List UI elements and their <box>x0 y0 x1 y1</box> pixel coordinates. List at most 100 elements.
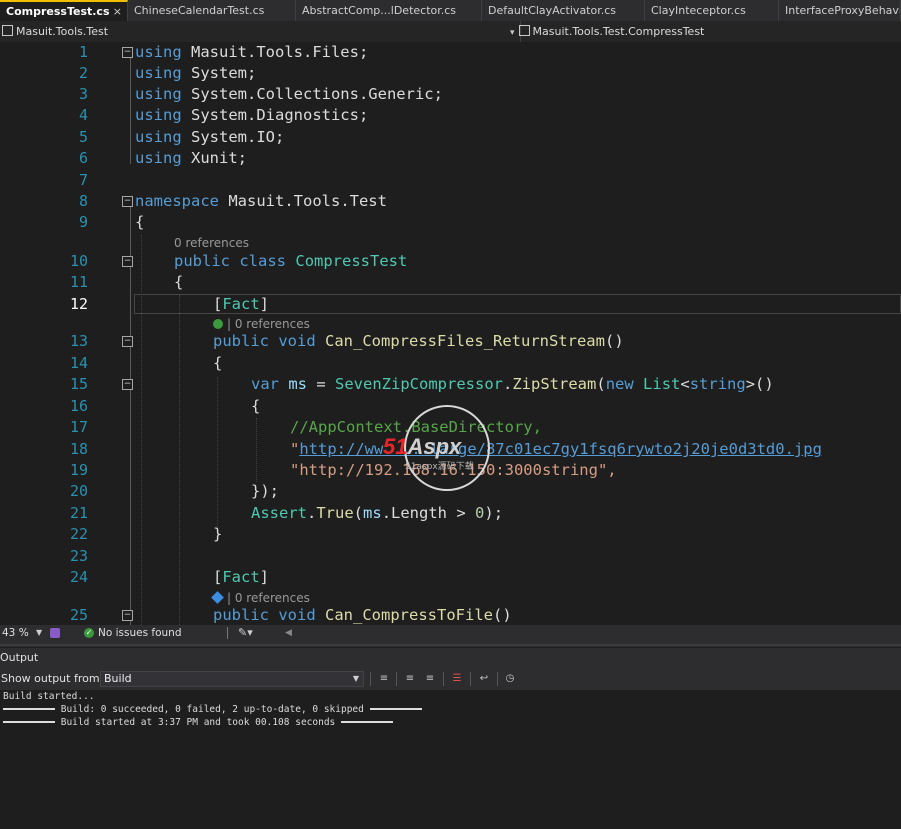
variable: ms <box>288 375 308 393</box>
keyword: using <box>135 149 182 167</box>
keyword: class <box>239 252 287 270</box>
separator-bar <box>3 721 55 724</box>
line-number: 8 <box>78 192 88 210</box>
type-name: SevenZipCompressor <box>335 375 503 393</box>
code-cleanup-icon[interactable] <box>50 628 60 638</box>
watermark-aspx: Aspx <box>407 434 462 459</box>
line-number: 15 <box>69 375 88 393</box>
collapse-icon[interactable]: − <box>122 47 133 58</box>
outline-line <box>130 267 131 625</box>
visual-studio-window: CompressTest.cs × ChineseCalendarTest.cs… <box>0 0 901 829</box>
timestamp-icon[interactable]: ◷ <box>503 672 517 686</box>
line-number: 19 <box>69 461 88 479</box>
references-link[interactable]: 0 references <box>174 236 249 250</box>
namespace-ref: Xunit; <box>181 149 247 167</box>
line-number: 17 <box>69 418 88 436</box>
code-editor[interactable]: − − − − − − 1 2 3 4 5 6 7 8 9 10 11 12 1… <box>0 42 901 625</box>
word-wrap-icon[interactable]: ↩ <box>477 672 491 686</box>
bracket: [ <box>213 295 223 313</box>
tab-defaultclayactivator[interactable]: DefaultClayActivator.cs <box>482 0 645 21</box>
line-number: 21 <box>69 504 88 522</box>
namespace-ref: System.IO; <box>181 128 285 146</box>
code-line: using System.Diagnostics; <box>135 105 368 126</box>
string-quote: " <box>290 440 300 458</box>
method-name: True <box>316 504 354 522</box>
project-name: Masuit.Tools.Test <box>16 25 109 38</box>
tab-abstractcompdetector[interactable]: AbstractComp...lDetector.cs <box>296 0 482 21</box>
references-link[interactable]: | 0 references <box>227 317 310 331</box>
clear-all-icon[interactable]: ☰ <box>450 672 464 686</box>
collapse-icon[interactable]: − <box>122 610 133 621</box>
brace: } <box>213 525 223 543</box>
tab-label: ClayInteceptor.cs <box>651 4 746 17</box>
indent-guide <box>141 235 142 625</box>
chevron-down-icon: ▼ <box>352 674 359 683</box>
find-message-icon[interactable]: ≡ <box>377 672 391 686</box>
expression: .Length > <box>381 504 476 522</box>
quick-actions-icon[interactable]: ✎▾ <box>238 625 253 641</box>
references-link[interactable]: | 0 references <box>227 591 310 605</box>
tab-clayinteceptor[interactable]: ClayInteceptor.cs <box>645 0 779 21</box>
operator: > <box>745 375 756 393</box>
keyword: using <box>135 85 182 103</box>
line-number: 2 <box>78 64 88 82</box>
tab-interfaceproxybehavior[interactable]: InterfaceProxyBehavior <box>779 0 901 21</box>
string-url[interactable]: http://ww.....large/87c01ec7gy1fsq6rywto… <box>299 440 822 458</box>
output-source-dropdown[interactable]: Build ▼ <box>100 671 364 687</box>
keyword: using <box>135 128 182 146</box>
divider <box>396 672 397 686</box>
project-dropdown[interactable]: Masuit.Tools.Test <box>0 21 521 42</box>
code-line: } <box>213 524 222 545</box>
collapse-icon[interactable]: − <box>122 336 133 347</box>
check-circle-icon: ✓ <box>84 628 94 638</box>
collapse-icon[interactable]: − <box>122 256 133 267</box>
parens: () <box>604 332 624 350</box>
codelens-references[interactable]: 0 references <box>174 235 249 251</box>
zoom-level[interactable]: 43 % <box>2 625 29 641</box>
code-line: using System.IO; <box>135 127 284 148</box>
namespace-ref: System; <box>181 64 257 82</box>
separator-bar <box>340 721 393 724</box>
code-line: public class CompressTest <box>174 251 407 272</box>
test-not-run-icon[interactable] <box>211 591 224 604</box>
code-line: using Masuit.Tools.Files; <box>135 42 368 63</box>
watermark-logo-text: 51Aspx <box>383 434 461 460</box>
issues-status[interactable]: No issues found <box>98 625 182 641</box>
keyword: using <box>135 106 182 124</box>
output-source-value: Build <box>104 672 132 685</box>
codelens-references[interactable]: | 0 references <box>211 590 310 606</box>
code-line: namespace Masuit.Tools.Test <box>135 191 387 212</box>
divider <box>443 672 444 686</box>
collapse-icon[interactable]: − <box>122 379 133 390</box>
line-number: 4 <box>78 106 88 124</box>
type-name: Masuit.Tools.Test.CompressTest <box>532 25 705 38</box>
code-line: using System; <box>135 63 256 84</box>
type-name: List <box>643 375 681 393</box>
panel-splitter[interactable] <box>0 641 901 647</box>
codelens-references[interactable]: | 0 references <box>213 316 310 332</box>
chevron-down-icon[interactable]: ▼ <box>36 625 42 641</box>
previous-message-icon[interactable]: ≡ <box>403 672 417 686</box>
output-text-area[interactable]: Build started... Build: 0 succeeded, 0 f… <box>0 690 901 829</box>
output-line: Build: 0 succeeded, 0 failed, 2 up-to-da… <box>3 703 422 716</box>
collapse-icon[interactable]: − <box>122 196 133 207</box>
code-line: using Xunit; <box>135 148 247 169</box>
punctuation: }); <box>251 482 279 500</box>
tab-label: AbstractComp...lDetector.cs <box>302 4 457 17</box>
code-line: }); <box>251 481 279 502</box>
scroll-left-icon[interactable]: ◀ <box>285 625 292 641</box>
output-title: Output <box>0 651 39 664</box>
outline-line <box>130 58 131 164</box>
indent-guide <box>256 418 257 482</box>
keyword: void <box>278 606 316 624</box>
tab-compresstest[interactable]: CompressTest.cs × <box>0 0 128 21</box>
code-line: [Fact] <box>213 567 269 588</box>
test-passed-icon[interactable] <box>213 319 223 329</box>
keyword: public <box>213 606 269 624</box>
operator: . <box>503 375 513 393</box>
type-dropdown[interactable]: ▾ Masuit.Tools.Test.CompressTest <box>510 21 704 42</box>
tab-chinesecalendartest[interactable]: ChineseCalendarTest.cs <box>128 0 296 21</box>
close-icon[interactable]: × <box>113 2 122 21</box>
keyword: string <box>689 375 746 393</box>
next-message-icon[interactable]: ≡ <box>423 672 437 686</box>
